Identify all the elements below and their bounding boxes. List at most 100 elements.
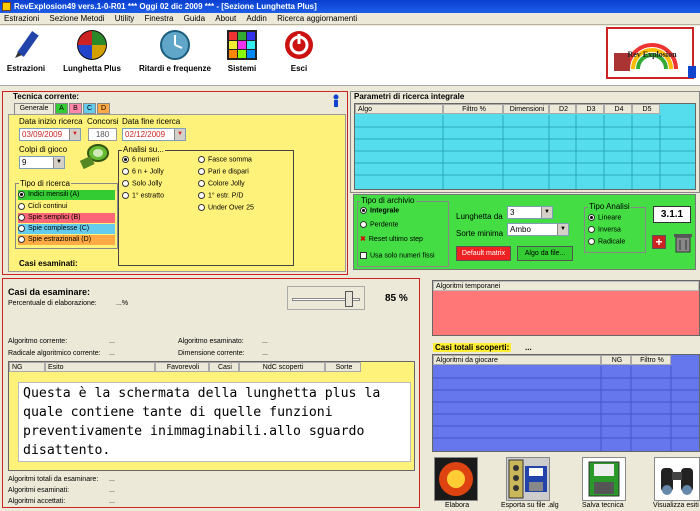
col-d2[interactable]: D2 <box>549 104 576 114</box>
menu-utility[interactable]: Utility <box>111 13 139 25</box>
tab-generale[interactable]: Generale <box>14 103 54 114</box>
casi-scoperti-label: Casi totali scoperti: <box>433 343 512 352</box>
colpi-label: Colpi di gioco <box>19 145 68 154</box>
col-favorevoli[interactable]: Favorevoli <box>155 362 209 372</box>
col-d4[interactable]: D4 <box>604 104 632 114</box>
speed-slider[interactable] <box>287 286 365 310</box>
analisi-colore-jolly[interactable]: Colore Jolly <box>198 180 245 187</box>
usa-solo-numeri-fissi[interactable]: Usa solo numeri fissi <box>360 252 435 259</box>
color-wheel-icon <box>77 30 107 60</box>
slider-thumb[interactable] <box>344 291 353 307</box>
menu-bar: Estrazioni Sezione Metodi Utility Finest… <box>0 13 700 25</box>
scoperti-grid-lines <box>433 366 699 451</box>
menu-finestra[interactable]: Finestra <box>141 13 178 25</box>
col-d3[interactable]: D3 <box>576 104 604 114</box>
analisi-radicale[interactable]: Radicale <box>588 238 625 245</box>
col-filtro[interactable]: Filtro % <box>443 104 503 114</box>
col-ndc-scoperti[interactable]: NdC scoperti <box>239 362 325 372</box>
menu-ricerca-aggiornamenti[interactable]: Ricerca aggiornamenti <box>273 13 361 25</box>
acc-label: Algoritmi accettati: <box>8 498 66 505</box>
sorte-select[interactable]: Ambo ▼ <box>507 223 569 236</box>
tipo-cicli-continui[interactable]: Cicli continui <box>18 202 115 212</box>
acc-value: ... <box>109 498 115 505</box>
data-fine-select[interactable]: 02/12/2009 ▼ <box>122 128 186 141</box>
col-algoritmi-temporanei[interactable]: Algoritmi temporanei <box>433 281 699 291</box>
plus-icon[interactable]: + <box>652 235 666 249</box>
perc-value: ...% <box>116 300 129 307</box>
pen-icon <box>15 30 39 58</box>
analisi-pari-dispari[interactable]: Pari e dispari <box>198 168 249 175</box>
col-esito[interactable]: Esito <box>45 362 155 372</box>
clock-icon <box>160 30 190 60</box>
esporta-label: Esporta su file .alg <box>501 502 559 509</box>
tab-d[interactable]: D <box>97 103 110 114</box>
concorsi-label: Concorsi <box>87 117 119 126</box>
casi-title: Casi da esaminare: <box>8 287 91 297</box>
col-ng-scoperti[interactable]: NG <box>601 355 631 365</box>
col-casi[interactable]: Casi <box>209 362 239 372</box>
algo-corrente-label: Algoritmo corrente: <box>8 338 68 345</box>
sistemi-button[interactable]: Sistemi <box>222 28 262 73</box>
binoculars-icon <box>661 468 693 495</box>
elabora-button[interactable] <box>434 457 478 501</box>
lunghetta-label: Lunghetta da <box>456 212 503 221</box>
reset-ultimo-step[interactable]: ✖ Reset ultimo step <box>360 235 423 243</box>
analisi-inversa[interactable]: Inversa <box>588 226 621 233</box>
algo-da-file-button[interactable]: Algo da file... <box>517 246 573 261</box>
concorsi-field[interactable]: 180 <box>88 128 117 141</box>
lunghetta-plus-button[interactable]: Lunghetta Plus <box>58 28 126 73</box>
record-icon <box>439 462 473 496</box>
esam-value: ... <box>109 487 115 494</box>
col-ng[interactable]: NG <box>9 362 45 372</box>
col-algo[interactable]: Algo <box>355 104 443 114</box>
data-inizio-select[interactable]: 03/09/2009 ▼ <box>19 128 81 141</box>
analisi-1-estratto[interactable]: 1° estratto <box>122 192 164 199</box>
col-d5[interactable]: D5 <box>632 104 660 114</box>
window-title: RevExplosion49 vers.1-0-R01 *** Oggi 02 … <box>14 2 317 11</box>
archivio-perdente[interactable]: Perdente <box>360 221 398 228</box>
menu-sezione-metodi[interactable]: Sezione Metodi <box>45 13 108 25</box>
col-sorte[interactable]: Sorte <box>325 362 361 372</box>
visualizza-esiti-label: Visualizza esiti <box>653 502 699 509</box>
analisi-6n-jolly[interactable]: 6 n + Jolly <box>122 168 164 175</box>
esporta-button[interactable] <box>506 457 550 501</box>
analisi-fasce-somma[interactable]: Fasce somma <box>198 156 252 163</box>
col-dimensioni[interactable]: Dimensioni <box>503 104 549 114</box>
col-filtro-scoperti[interactable]: Filtro % <box>631 355 671 365</box>
default-matrix-button[interactable]: Default matrix <box>456 246 511 261</box>
visualizza-esiti-button[interactable] <box>654 457 700 501</box>
archivio-integrale[interactable]: Integrale <box>360 207 399 214</box>
analisi-lineare[interactable]: Lineare <box>588 214 621 221</box>
lunghetta-select[interactable]: 3 ▼ <box>507 206 553 219</box>
analisi-label: Analisi su... <box>122 145 165 154</box>
ritardi-frequenze-button[interactable]: Ritardi e frequenze <box>134 28 216 73</box>
search-button[interactable] <box>78 142 110 172</box>
menu-guida[interactable]: Guida <box>180 13 209 25</box>
info-icon[interactable] <box>331 94 343 108</box>
analisi-under-over[interactable]: Under Over 25 <box>198 204 254 211</box>
esci-button[interactable]: Esci <box>280 28 318 73</box>
trash-icon[interactable] <box>672 231 694 253</box>
analisi-6-numeri[interactable]: 6 numeri <box>122 156 159 163</box>
tipo-spie-complesse[interactable]: Spie complesse (C) <box>18 224 115 234</box>
tab-c[interactable]: C <box>83 103 96 114</box>
tipo-spie-semplici[interactable]: Spie semplici (B) <box>18 213 115 223</box>
tipo-spie-estrazionali[interactable]: Spie estrazionali (D) <box>18 235 115 245</box>
tot-label: Algoritmi totali da esaminare: <box>8 476 99 483</box>
salva-tecnica-button[interactable] <box>582 457 626 501</box>
colpi-select[interactable]: 9 ▼ <box>19 156 65 169</box>
analisi-solo-jolly[interactable]: Solo Jolly <box>122 180 162 187</box>
tab-b[interactable]: B <box>69 103 82 114</box>
menu-about[interactable]: About <box>211 13 240 25</box>
col-algoritmi-giocare[interactable]: Algoritmi da giocare <box>433 355 601 365</box>
save-icon <box>588 461 620 497</box>
estrazioni-button[interactable]: Estrazioni <box>4 28 48 73</box>
menu-addin[interactable]: Addin <box>242 13 270 25</box>
chevron-down-icon: ▼ <box>541 207 552 218</box>
chevron-down-icon: ▼ <box>174 129 185 140</box>
tipo-indici-mensili[interactable]: Indici mensili (A) <box>18 190 115 200</box>
tab-a[interactable]: A <box>55 103 68 114</box>
chevron-down-icon: ▼ <box>53 157 64 168</box>
analisi-1-estr-pd[interactable]: 1° estr. P/D <box>198 192 243 199</box>
menu-estrazioni[interactable]: Estrazioni <box>0 13 43 25</box>
